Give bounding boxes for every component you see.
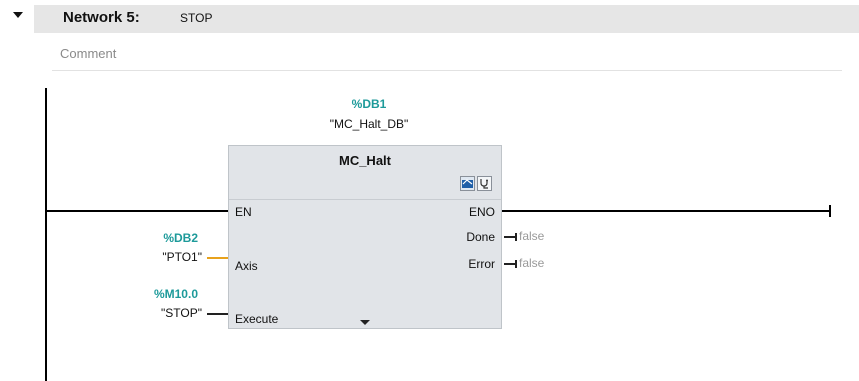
execute-param-wire[interactable] bbox=[207, 313, 228, 315]
diagnostics-icon-glyph bbox=[480, 179, 488, 189]
rung-output-wire[interactable] bbox=[502, 210, 831, 212]
network-comment-field[interactable]: Comment bbox=[52, 40, 842, 71]
execute-param-name[interactable]: "STOP" bbox=[110, 306, 202, 320]
view-icon-glyph bbox=[462, 179, 473, 188]
network-header bbox=[34, 5, 859, 33]
instance-db-name[interactable]: "MC_Halt_DB" bbox=[304, 117, 434, 131]
instance-db-address[interactable]: %DB1 bbox=[334, 97, 404, 111]
diagnostics-icon[interactable] bbox=[477, 176, 492, 191]
rung-input-wire[interactable] bbox=[47, 210, 228, 212]
pin-error[interactable]: Error bbox=[468, 257, 495, 271]
mc-halt-block[interactable]: MC_Halt EN Axis Execute ENO Done Error bbox=[228, 145, 502, 329]
comment-placeholder: Comment bbox=[60, 46, 117, 61]
axis-param-address[interactable]: %DB2 bbox=[120, 231, 198, 245]
done-output-stub-end bbox=[515, 233, 517, 241]
pin-execute[interactable]: Execute bbox=[235, 312, 278, 326]
network-name[interactable]: STOP bbox=[180, 11, 212, 25]
error-output-stub-end bbox=[515, 260, 517, 268]
pin-axis[interactable]: Axis bbox=[235, 259, 258, 273]
collapse-network-icon[interactable] bbox=[13, 12, 23, 18]
pin-en[interactable]: EN bbox=[235, 205, 252, 219]
pin-eno[interactable]: ENO bbox=[469, 205, 495, 219]
execute-param-address[interactable]: %M10.0 bbox=[120, 287, 198, 301]
axis-param-name[interactable]: "PTO1" bbox=[110, 250, 202, 264]
done-value: false bbox=[519, 229, 545, 243]
expand-block-icon[interactable] bbox=[360, 320, 370, 325]
block-title: MC_Halt bbox=[338, 153, 391, 168]
axis-param-wire[interactable] bbox=[207, 257, 228, 259]
power-rail bbox=[45, 88, 47, 381]
view-icon[interactable] bbox=[460, 176, 475, 191]
block-header-separator bbox=[229, 199, 501, 200]
error-value: false bbox=[519, 256, 545, 270]
pin-done[interactable]: Done bbox=[466, 230, 495, 244]
rung-end-marker bbox=[829, 205, 831, 217]
network-title: Network 5: bbox=[63, 9, 140, 26]
